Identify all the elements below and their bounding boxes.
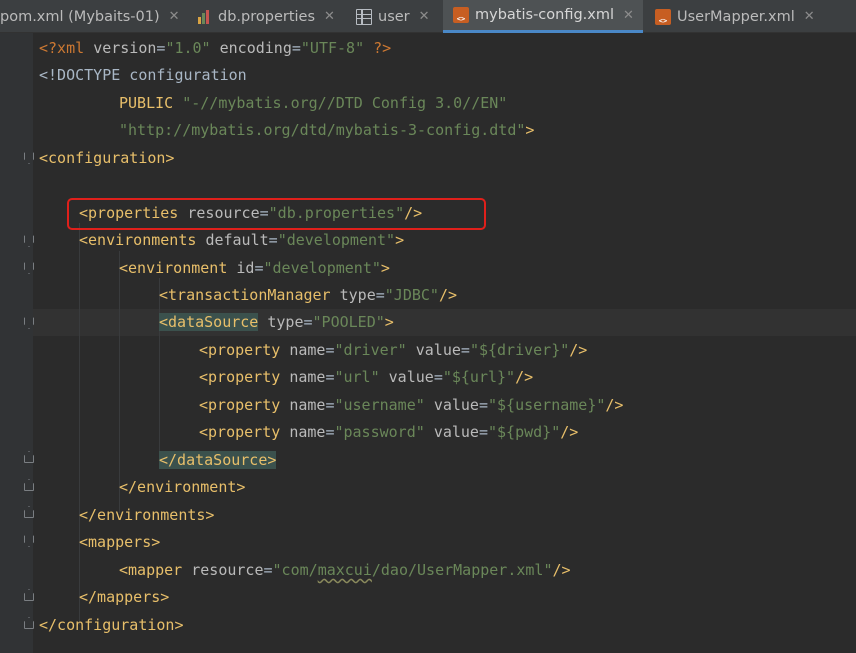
editor-tab-bar: pom.xml (Mybaits-01) ✕ db.properties ✕ u…: [0, 0, 856, 33]
code-line-property: <property name="password" value="${pwd}"…: [199, 423, 579, 441]
token-tag: <environments: [79, 231, 206, 249]
code-line-transaction-manager: <transactionManager type="JDBC"/>: [159, 286, 458, 304]
token-tag-matched: </dataSource>: [159, 451, 277, 469]
close-icon[interactable]: ✕: [419, 9, 430, 24]
token-tag: <configuration>: [39, 149, 175, 167]
code-line-mapper: <mapper resource="com/maxcui/dao/UserMap…: [119, 561, 571, 579]
token-attr: id: [236, 259, 255, 277]
token-attr: type: [339, 286, 376, 304]
tab-user-mapper[interactable]: UserMapper.xml ✕: [645, 0, 856, 33]
table-icon: [356, 8, 372, 25]
token-keyword: PUBLIC: [119, 94, 183, 112]
tab-user[interactable]: user ✕: [356, 0, 442, 33]
code-line-mappers-close: </mappers>: [79, 588, 170, 606]
close-icon[interactable]: ✕: [169, 9, 180, 24]
code-line-dtd: "http://mybatis.org/dtd/mybatis-3-config…: [119, 117, 534, 144]
xml-file-icon: [655, 8, 671, 25]
token-tag: <transactionManager: [159, 286, 340, 304]
code-line-public: PUBLIC "-//mybatis.org//DTD Config 3.0//…: [119, 90, 507, 117]
token-value: "1.0": [165, 39, 211, 57]
tab-label: UserMapper.xml: [677, 8, 795, 25]
token-pi: <?xml: [39, 39, 94, 57]
code-line-xml-declaration: <?xml version="1.0" encoding="UTF-8" ?>: [39, 39, 392, 57]
code-line-configuration-open: <configuration>: [39, 145, 174, 172]
code-line-environment: <environment id="development">: [119, 259, 390, 277]
token-value: "development": [277, 231, 396, 249]
tab-label: pom.xml (Mybaits-01): [0, 8, 160, 25]
current-line-highlight: [33, 309, 856, 336]
fold-icon[interactable]: [24, 535, 34, 547]
fold-icon[interactable]: [24, 152, 34, 164]
close-icon[interactable]: ✕: [804, 9, 815, 24]
fold-icon[interactable]: [24, 506, 34, 518]
code-line-environment-close: </environment>: [119, 478, 246, 496]
fold-icon[interactable]: [24, 617, 34, 629]
token-value: "UTF-8": [300, 39, 365, 57]
token-value: "development": [263, 259, 381, 277]
fold-icon[interactable]: [24, 235, 34, 247]
code-line-doctype: <!DOCTYPE configuration: [39, 62, 247, 89]
code-line-property: <property name="username" value="${usern…: [199, 396, 624, 414]
tab-label: user: [378, 8, 410, 25]
close-icon[interactable]: ✕: [623, 8, 634, 23]
code-line-configuration-close: </configuration>: [39, 616, 184, 634]
token-value: "http://mybatis.org/dtd/mybatis-3-config…: [119, 121, 526, 139]
token-value: "POOLED": [312, 313, 385, 331]
token-attr: encoding: [219, 39, 292, 57]
indent-guide: [79, 223, 80, 625]
code-line-mappers-open: <mappers>: [79, 533, 161, 551]
fold-icon[interactable]: [24, 589, 34, 601]
tab-label: db.properties: [218, 8, 316, 25]
token-bracket: >: [525, 121, 535, 139]
fold-icon[interactable]: [24, 262, 34, 274]
code-line-datasource-close: </dataSource>: [159, 447, 277, 474]
code-line-datasource: <dataSource type="POOLED">: [159, 313, 394, 331]
token-value: "-//mybatis.org//DTD Config 3.0//EN": [182, 94, 508, 112]
annotation-highlight-box: [67, 198, 486, 230]
token-pi: ?>: [364, 39, 392, 57]
token-doctype: <!DOCTYPE configuration: [39, 66, 247, 84]
token-attr: type: [267, 313, 304, 331]
token-tag: />: [438, 286, 458, 304]
token-tag: >: [380, 259, 390, 277]
fold-icon[interactable]: [24, 479, 34, 491]
token-tag-matched: <dataSource: [159, 313, 259, 331]
xml-file-icon: [453, 7, 469, 23]
token-tag: >: [384, 313, 394, 331]
tab-label: mybatis-config.xml: [475, 7, 615, 23]
close-icon[interactable]: ✕: [324, 9, 335, 24]
code-line-environments-close: </environments>: [79, 506, 215, 524]
tab-mybatis-config[interactable]: mybatis-config.xml ✕: [443, 0, 643, 33]
code-line-property: <property name="driver" value="${driver}…: [199, 341, 588, 359]
code-editor[interactable]: <?xml version="1.0" encoding="UTF-8" ?> …: [0, 33, 856, 653]
code-line-environments: <environments default="development">: [79, 231, 405, 249]
spell-check-warning[interactable]: maxcui: [318, 561, 372, 579]
token-value: "JDBC": [384, 286, 439, 304]
token-tag: <environment: [119, 259, 237, 277]
code-line-property: <property name="url" value="${url}"/>: [199, 368, 534, 386]
token-attr: version: [93, 39, 157, 57]
fold-icon[interactable]: [24, 451, 34, 463]
token-tag: >: [395, 231, 405, 249]
token-attr: default: [205, 231, 269, 249]
tab-db-properties[interactable]: db.properties ✕: [196, 0, 344, 33]
properties-file-icon: [196, 9, 212, 25]
tab-pom-xml[interactable]: pom.xml (Mybaits-01) ✕: [0, 0, 182, 33]
